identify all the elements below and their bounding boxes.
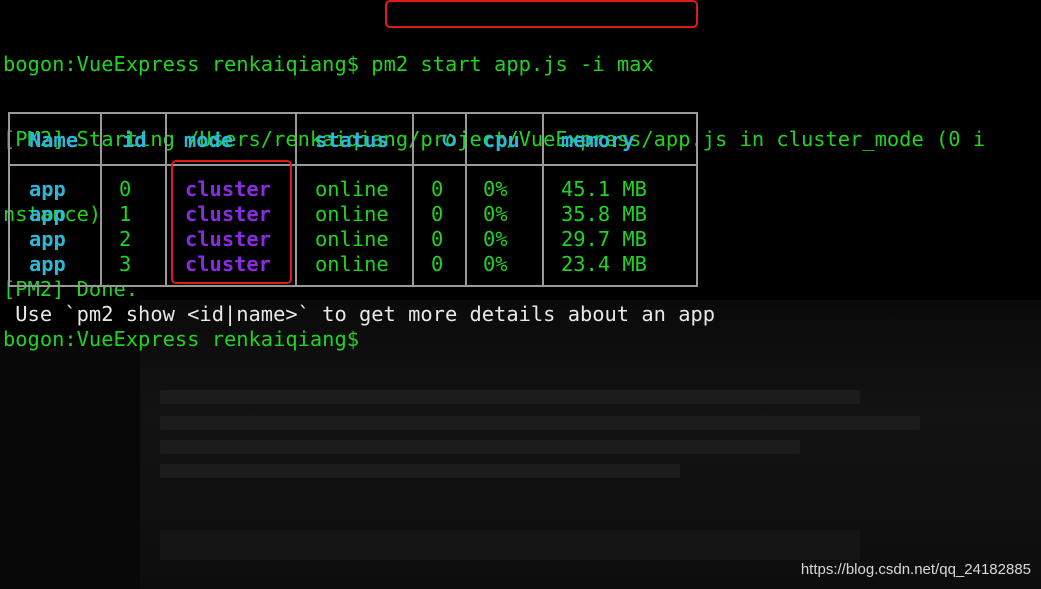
- header-cpu: cpu: [483, 128, 520, 152]
- row-id: 1: [119, 202, 132, 226]
- row-cpu: 0%: [483, 177, 508, 201]
- row-status: online: [315, 252, 389, 276]
- command-highlight-box: [385, 0, 698, 28]
- hint-text: Use `pm2 show <id|name>` to get more det…: [3, 302, 716, 326]
- row-memory: 35.8 MB: [561, 202, 647, 226]
- column-divider: [100, 114, 102, 285]
- background-ghost-left: [0, 340, 140, 589]
- row-restarts: 0: [431, 202, 444, 226]
- row-id: 3: [119, 252, 132, 276]
- row-memory: 29.7 MB: [561, 227, 647, 251]
- pm2-process-table: Name id mode status cpu memory app 0 clu…: [8, 112, 698, 287]
- header-mode: mode: [184, 128, 234, 152]
- command-line: bogon:VueExpress renkaiqiang$ pm2 start …: [3, 52, 1039, 77]
- shell-prompt-final[interactable]: bogon:VueExpress renkaiqiang$: [3, 327, 359, 352]
- row-memory: 45.1 MB: [561, 177, 647, 201]
- header-divider: [10, 164, 696, 166]
- row-cpu: 0%: [483, 252, 508, 276]
- command-text[interactable]: pm2 start app.js -i max: [359, 52, 653, 76]
- header-id: id: [122, 128, 147, 152]
- header-name: Name: [29, 128, 79, 152]
- header-memory: memory: [561, 128, 635, 152]
- mode-column-highlight-box: [171, 160, 292, 284]
- row-cpu: 0%: [483, 227, 508, 251]
- row-memory: 23.4 MB: [561, 252, 647, 276]
- column-divider: [542, 114, 544, 285]
- column-divider: [412, 114, 414, 285]
- header-status: status: [315, 128, 389, 152]
- ghost-line: [160, 416, 920, 430]
- row-status: online: [315, 202, 389, 226]
- row-status: online: [315, 227, 389, 251]
- ghost-line: [160, 464, 680, 478]
- row-name: app: [29, 177, 66, 201]
- ghost-line: [160, 390, 860, 404]
- ghost-line: [160, 530, 860, 560]
- shell-prompt: bogon:VueExpress renkaiqiang$: [3, 52, 360, 76]
- row-restarts: 0: [431, 227, 444, 251]
- row-cpu: 0%: [483, 202, 508, 226]
- row-name: app: [29, 202, 66, 226]
- row-status: online: [315, 177, 389, 201]
- column-divider: [465, 114, 467, 285]
- ghost-line: [160, 440, 800, 454]
- row-restarts: 0: [431, 177, 444, 201]
- row-id: 2: [119, 227, 132, 251]
- row-id: 0: [119, 177, 132, 201]
- row-name: app: [29, 252, 66, 276]
- row-name: app: [29, 227, 66, 251]
- column-divider: [165, 114, 167, 285]
- column-divider: [295, 114, 297, 285]
- watermark: https://blog.csdn.net/qq_24182885: [800, 561, 1031, 578]
- row-restarts: 0: [431, 252, 444, 276]
- restart-icon: [442, 133, 456, 147]
